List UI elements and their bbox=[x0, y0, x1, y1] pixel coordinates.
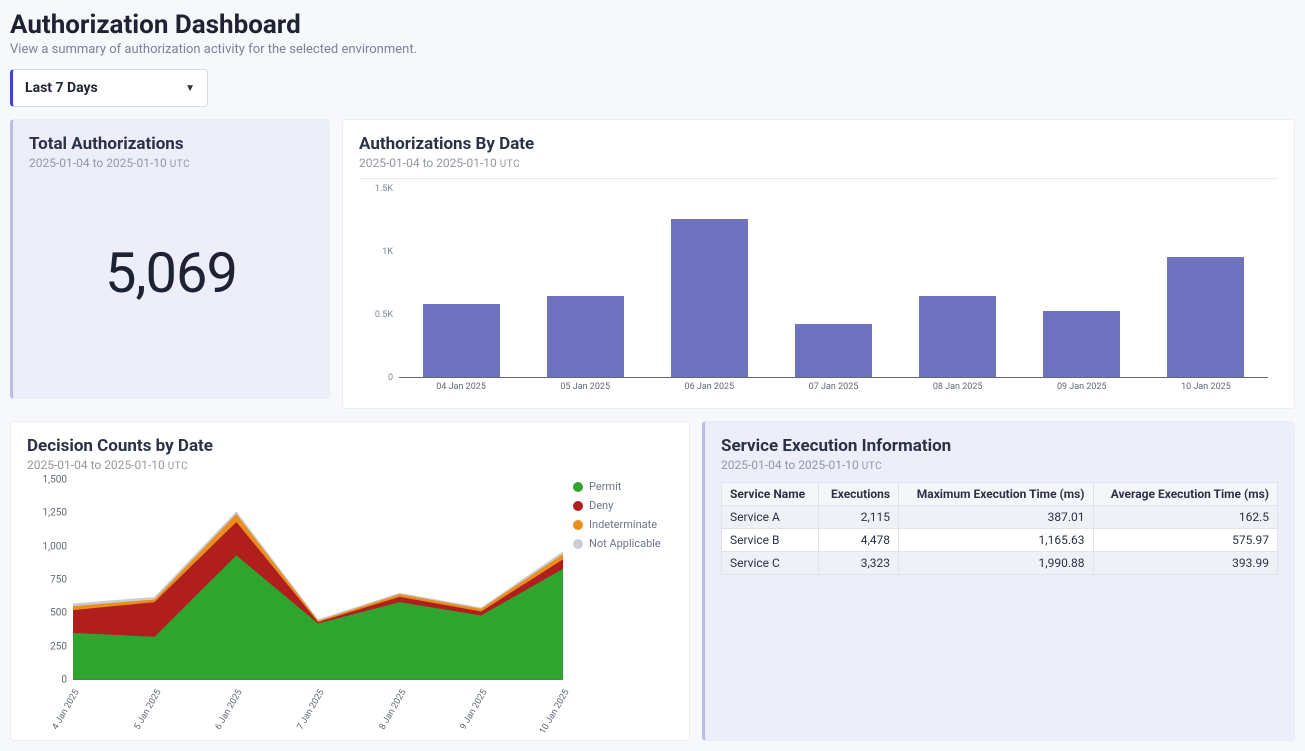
table-header[interactable]: Executions bbox=[818, 483, 898, 506]
x-tick: 04 Jan 2025 bbox=[436, 382, 486, 392]
x-tick: 08 Jan 2025 bbox=[933, 382, 983, 392]
x-tick: 07 Jan 2025 bbox=[809, 382, 859, 392]
legend-label: Not Applicable bbox=[589, 537, 661, 550]
legend-item[interactable]: Deny bbox=[573, 499, 673, 512]
chevron-down-icon: ▼ bbox=[185, 83, 195, 94]
y-tick: 0.5K bbox=[375, 310, 393, 320]
x-tick: 06 Jan 2025 bbox=[685, 382, 735, 392]
page-subtitle: View a summary of authorization activity… bbox=[10, 42, 1295, 57]
y-tick: 500 bbox=[50, 608, 67, 619]
legend-swatch bbox=[573, 520, 583, 530]
table-cell: 4,478 bbox=[818, 529, 898, 552]
table-cell: 1,165.63 bbox=[899, 529, 1093, 552]
x-tick: 8 Jan 2025 bbox=[377, 688, 408, 732]
table-header[interactable]: Service Name bbox=[722, 483, 819, 506]
y-tick: 0 bbox=[61, 675, 67, 686]
y-tick: 1,000 bbox=[43, 541, 67, 552]
table-cell: Service C bbox=[722, 552, 819, 575]
table-header[interactable]: Maximum Execution Time (ms) bbox=[899, 483, 1093, 506]
x-tick: 7 Jan 2025 bbox=[296, 688, 327, 732]
x-tick: 10 Jan 2025 bbox=[1181, 382, 1231, 392]
card-title: Decision Counts by Date bbox=[27, 436, 673, 456]
table-cell: 575.97 bbox=[1093, 529, 1278, 552]
card-service-execution: Service Execution Information 2025-01-04… bbox=[702, 421, 1295, 741]
legend-swatch bbox=[573, 482, 583, 492]
bar[interactable] bbox=[547, 296, 624, 377]
y-tick: 1,250 bbox=[43, 508, 67, 519]
bar[interactable] bbox=[795, 324, 872, 377]
service-table: Service NameExecutionsMaximum Execution … bbox=[721, 482, 1278, 575]
bar[interactable] bbox=[423, 304, 500, 377]
x-tick: 09 Jan 2025 bbox=[1057, 382, 1107, 392]
x-tick: 9 Jan 2025 bbox=[459, 688, 490, 732]
table-row: Service C3,3231,990.88393.99 bbox=[722, 552, 1278, 575]
date-range-select[interactable]: Last 7 Days ▼ bbox=[10, 69, 208, 107]
y-tick: 1K bbox=[382, 247, 393, 257]
card-subtitle: 2025-01-04 to 2025-01-10 UTC bbox=[29, 156, 313, 170]
legend-label: Indeterminate bbox=[589, 518, 657, 531]
legend-swatch bbox=[573, 501, 583, 511]
bar[interactable] bbox=[919, 296, 996, 377]
x-tick: 6 Jan 2025 bbox=[214, 688, 245, 732]
card-subtitle: 2025-01-04 to 2025-01-10 UTC bbox=[359, 156, 1278, 170]
bar[interactable] bbox=[1167, 257, 1244, 377]
total-authorizations-value: 5,069 bbox=[29, 240, 313, 306]
card-title: Service Execution Information bbox=[721, 436, 1278, 456]
bar[interactable] bbox=[671, 219, 748, 377]
y-tick: 250 bbox=[50, 641, 67, 652]
legend-item[interactable]: Indeterminate bbox=[573, 518, 673, 531]
table-cell: 2,115 bbox=[818, 506, 898, 529]
card-total-authorizations: Total Authorizations 2025-01-04 to 2025-… bbox=[10, 119, 330, 399]
y-tick: 1,500 bbox=[43, 475, 67, 486]
bar[interactable] bbox=[1043, 311, 1120, 377]
date-range-label: Last 7 Days bbox=[25, 80, 98, 96]
card-title: Total Authorizations bbox=[29, 134, 313, 154]
table-cell: 393.99 bbox=[1093, 552, 1278, 575]
x-tick: 10 Jan 2025 bbox=[538, 688, 571, 736]
area-chart: 02505007501,0001,2501,500 4 Jan 20255 Ja… bbox=[27, 480, 673, 730]
y-tick: 750 bbox=[50, 575, 67, 586]
table-cell: Service A bbox=[722, 506, 819, 529]
table-cell: 1,990.88 bbox=[899, 552, 1093, 575]
card-title: Authorizations By Date bbox=[359, 134, 1278, 154]
table-row: Service A2,115387.01162.5 bbox=[722, 506, 1278, 529]
table-cell: 162.5 bbox=[1093, 506, 1278, 529]
x-tick: 05 Jan 2025 bbox=[560, 382, 610, 392]
card-subtitle: 2025-01-04 to 2025-01-10 UTC bbox=[27, 458, 673, 472]
card-subtitle: 2025-01-04 to 2025-01-10 UTC bbox=[721, 458, 1278, 472]
table-cell: 387.01 bbox=[899, 506, 1093, 529]
table-row: Service B4,4781,165.63575.97 bbox=[722, 529, 1278, 552]
x-tick: 5 Jan 2025 bbox=[132, 688, 163, 732]
legend-swatch bbox=[573, 539, 583, 549]
page-title: Authorization Dashboard bbox=[10, 10, 1295, 40]
card-authorizations-by-date: Authorizations By Date 2025-01-04 to 202… bbox=[342, 119, 1295, 409]
legend-item[interactable]: Permit bbox=[573, 480, 673, 493]
y-tick: 0 bbox=[388, 373, 393, 383]
legend-label: Permit bbox=[589, 480, 621, 493]
table-cell: Service B bbox=[722, 529, 819, 552]
legend-item[interactable]: Not Applicable bbox=[573, 537, 673, 550]
y-tick: 1.5K bbox=[375, 184, 393, 194]
bar-chart: 0 0.5K 1K 1.5K 04 Jan 2025 05 Jan 2025 06 Jan… bbox=[359, 178, 1278, 398]
card-decision-counts: Decision Counts by Date 2025-01-04 to 20… bbox=[10, 421, 690, 741]
table-cell: 3,323 bbox=[818, 552, 898, 575]
table-header[interactable]: Average Execution Time (ms) bbox=[1093, 483, 1278, 506]
x-tick: 4 Jan 2025 bbox=[51, 688, 82, 732]
legend-label: Deny bbox=[589, 499, 613, 512]
